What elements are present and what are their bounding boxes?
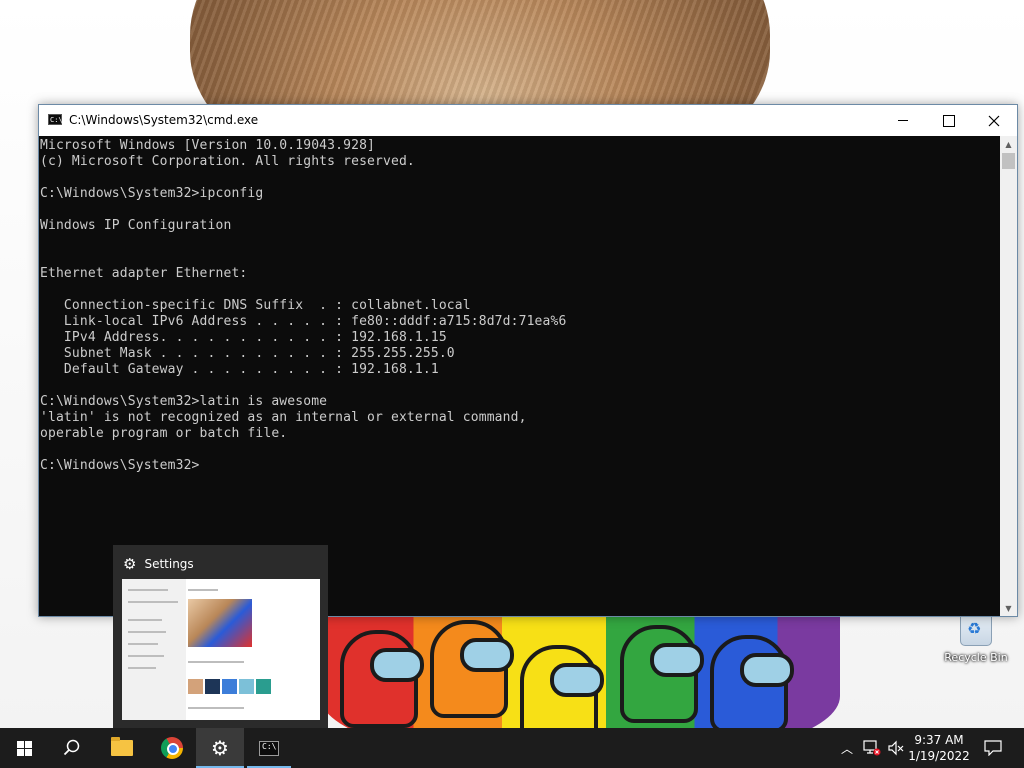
- start-button[interactable]: [0, 728, 48, 768]
- search-icon: [63, 739, 80, 756]
- network-icon[interactable]: [860, 728, 884, 768]
- recycle-bin-label: Recycle Bin: [944, 651, 1008, 664]
- chrome-icon: [161, 737, 183, 759]
- minimize-button[interactable]: [880, 105, 926, 136]
- settings-taskbar-preview[interactable]: ⚙ Settings: [113, 545, 328, 728]
- maximize-icon: [943, 114, 955, 127]
- window-title: C:\Windows\System32\cmd.exe: [69, 113, 259, 127]
- scroll-up-arrow-icon[interactable]: ▲: [1000, 136, 1017, 152]
- minimize-icon: [898, 120, 908, 121]
- settings-icon: ⚙: [211, 736, 229, 760]
- close-icon: [988, 115, 1000, 126]
- recycle-bin-shortcut[interactable]: ♻ Recycle Bin: [944, 612, 1008, 664]
- scroll-down-arrow-icon[interactable]: ▼: [1000, 600, 1017, 616]
- vertical-scrollbar[interactable]: ▲ ▼: [1000, 136, 1017, 616]
- system-clock[interactable]: 9:37 AM 1/19/2022: [908, 732, 970, 764]
- console-output-area[interactable]: Microsoft Windows [Version 10.0.19043.92…: [39, 136, 1000, 616]
- cmd-window[interactable]: C:\ C:\Windows\System32\cmd.exe Microsof…: [38, 104, 1018, 617]
- settings-button[interactable]: ⚙: [196, 728, 244, 768]
- preview-title: Settings: [144, 557, 194, 571]
- clock-date: 1/19/2022: [908, 749, 970, 763]
- scroll-thumb[interactable]: [1002, 153, 1015, 169]
- windows-logo-icon: [16, 740, 32, 756]
- recycle-bin-icon: ♻: [960, 612, 992, 646]
- chrome-button[interactable]: [148, 728, 196, 768]
- settings-preview-image: [122, 579, 320, 720]
- cmd-taskbar-button[interactable]: C:\: [245, 728, 293, 768]
- notification-icon: [984, 740, 1002, 756]
- maximize-button[interactable]: [926, 105, 972, 136]
- taskbar: ⚙ C:\ ︿ 9:37 AM 1/19/2022: [0, 728, 1024, 768]
- cmd-icon: C:\: [259, 740, 279, 756]
- volume-muted-icon[interactable]: [884, 728, 908, 768]
- console-output: Microsoft Windows [Version 10.0.19043.92…: [40, 138, 567, 473]
- cmd-icon[interactable]: C:\: [48, 114, 63, 125]
- close-button[interactable]: [971, 105, 1017, 136]
- search-button[interactable]: [48, 728, 96, 768]
- clock-time: 9:37 AM: [914, 733, 964, 747]
- cmd-title-bar[interactable]: C:\ C:\Windows\System32\cmd.exe: [39, 105, 1017, 136]
- file-explorer-button[interactable]: [98, 728, 146, 768]
- action-center-button[interactable]: [978, 728, 1008, 768]
- gear-icon: ⚙: [123, 555, 137, 573]
- show-hidden-icons-chevron-icon[interactable]: ︿: [838, 728, 856, 768]
- wallpaper-mask: [320, 600, 840, 728]
- file-explorer-icon: [111, 737, 133, 756]
